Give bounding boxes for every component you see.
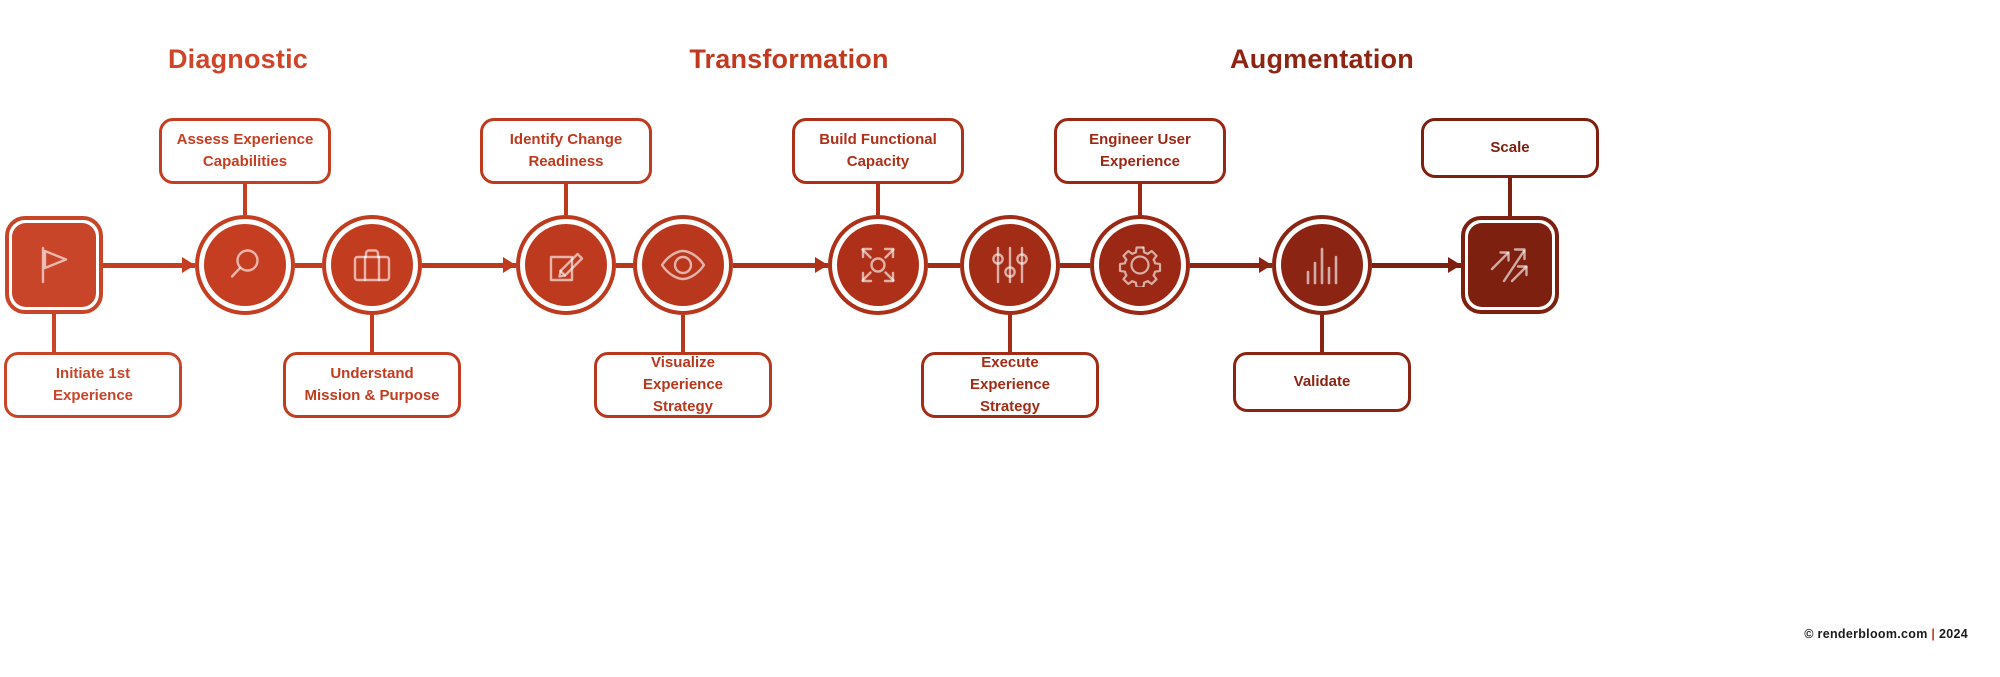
node-label-line: Experience [1099, 153, 1181, 170]
process-node-8[interactable] [1090, 215, 1190, 315]
arrow-head-icon [815, 257, 828, 273]
gear-icon [1118, 243, 1162, 287]
connector-line [422, 262, 516, 268]
label-stem [243, 184, 247, 215]
label-stem [52, 314, 56, 352]
node-label-box-8: Engineer User Experience [1054, 118, 1226, 184]
process-node-2[interactable] [195, 215, 295, 315]
label-stem [1138, 184, 1142, 215]
bar-chart-icon [1303, 245, 1341, 285]
edit-square-icon [545, 244, 587, 286]
phase-heading: Transformation [689, 44, 889, 74]
process-node-4[interactable] [516, 215, 616, 315]
node-label-line: Experience Strategy [642, 376, 724, 415]
arrow-head-icon [1448, 257, 1461, 273]
node-label-line: Identify Change [509, 131, 623, 149]
node-label-line: Execute [981, 354, 1039, 372]
node-label-line: Engineer User [1089, 131, 1191, 149]
node-label-line: Capacity [846, 153, 910, 170]
node-label-line: Scale [1490, 139, 1530, 157]
label-stem [681, 315, 685, 352]
node-label-box-2: Assess Experience Capabilities [159, 118, 331, 184]
node-label-line: Validate [1293, 373, 1351, 391]
connector-line [295, 262, 322, 268]
node-label-line: Understand [330, 365, 414, 383]
label-stem [1320, 315, 1324, 352]
node-label-line: Experience [52, 387, 134, 404]
connector-line [616, 262, 633, 268]
arrow-head-icon [182, 257, 195, 273]
phase-heading: Augmentation [1230, 44, 1414, 74]
briefcase-icon [351, 246, 393, 284]
flag-icon [34, 244, 74, 286]
node-label-box-3: Understand Mission & Purpose [283, 352, 461, 418]
growth-arrows-icon [1488, 243, 1532, 287]
connector-line [1060, 262, 1090, 268]
node-label-line: Initiate 1st [55, 365, 131, 383]
search-icon [225, 245, 265, 285]
process-node-6[interactable] [828, 215, 928, 315]
node-label-box-6: Build Functional Capacity [792, 118, 964, 184]
footer-year: 2024 [1938, 627, 1968, 641]
sliders-icon [990, 244, 1030, 286]
arrow-head-icon [1259, 257, 1272, 273]
label-stem [1508, 178, 1512, 216]
process-node-3[interactable] [322, 215, 422, 315]
process-node-1[interactable] [5, 216, 103, 314]
footer-copyright: © renderbloom.com [1804, 627, 1928, 641]
node-label-line: Visualize [651, 354, 715, 372]
footer-separator: | [1931, 627, 1936, 641]
label-stem [370, 315, 374, 352]
footer-credit: © renderbloom.com | 2024 [1804, 627, 1968, 641]
phase-heading: Diagnostic [167, 44, 309, 74]
node-label-line: Assess Experience [176, 131, 314, 149]
node-label-line: Capabilities [202, 153, 288, 170]
label-stem [876, 184, 880, 215]
label-stem [564, 184, 568, 215]
node-label-box-10: Scale [1421, 118, 1599, 178]
node-label-line: Build Functional [819, 131, 937, 149]
process-flow-diagram: Diagnostic Transformation Augmentation Init… [0, 0, 2000, 677]
arrow-head-icon [503, 257, 516, 273]
eye-icon [659, 248, 707, 282]
node-label-line: Readiness [528, 153, 604, 170]
expand-icon [857, 244, 899, 286]
label-stem [1008, 315, 1012, 352]
connector-line [928, 262, 960, 268]
node-label-box-9: Validate [1233, 352, 1411, 412]
node-label-box-4: Identify Change Readiness [480, 118, 652, 184]
node-label-box-5: Visualize Experience Strategy [594, 352, 772, 418]
process-node-5[interactable] [633, 215, 733, 315]
node-label-box-1: Initiate 1st Experience [4, 352, 182, 418]
process-node-9[interactable] [1272, 215, 1372, 315]
process-node-7[interactable] [960, 215, 1060, 315]
process-node-10[interactable] [1461, 216, 1559, 314]
node-label-line: Experience Strategy [969, 376, 1051, 415]
node-label-box-7: Execute Experience Strategy [921, 352, 1099, 418]
connector-line [733, 262, 828, 268]
node-label-line: Mission & Purpose [304, 387, 440, 404]
